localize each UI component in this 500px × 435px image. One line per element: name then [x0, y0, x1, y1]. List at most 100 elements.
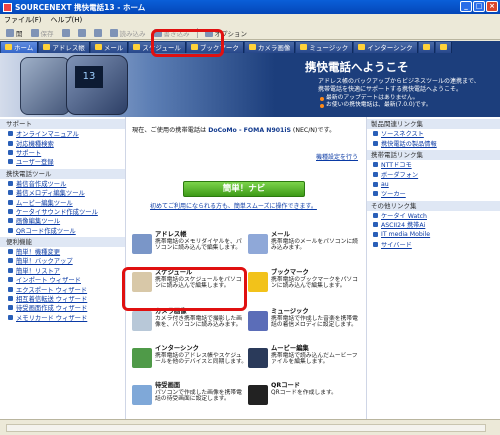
link-ascii24[interactable]: ASCII24 携帯Ai [367, 220, 500, 230]
link-product-info[interactable]: 携快電話の製品情報 [367, 139, 500, 149]
tab-camera-images[interactable]: カメラ画像 [244, 41, 296, 53]
function-bookmark[interactable]: ブックマーク 携帯電話のブックマークをパソコンに読み込んで編集します。 [248, 269, 363, 311]
link-au[interactable]: au [367, 179, 500, 189]
tab-schedule[interactable]: スケジュール [129, 41, 186, 53]
close-button[interactable]: × [486, 1, 498, 12]
tab-extra-2[interactable] [435, 41, 452, 53]
link-qr-tool[interactable]: QRコード作成ツール [0, 226, 125, 235]
app-icon [3, 2, 12, 12]
menu-help[interactable]: ヘルプ(H) [51, 15, 83, 25]
arrow-icon [373, 212, 378, 218]
function-qr-code[interactable]: QRコード QRコードを作成します。 [248, 382, 363, 424]
tab-mail[interactable]: メール [90, 41, 129, 53]
toolbar-button-5[interactable] [91, 27, 105, 39]
title-bar: SOURCENEXT 携快電話13 - ホーム _ □ × [0, 0, 500, 14]
link-memory-card-wizard[interactable]: メモリカード ウィザード [0, 313, 125, 322]
sync-icon [358, 44, 366, 50]
link-online-manual[interactable]: オンラインマニュアル [0, 129, 125, 138]
tab-home[interactable]: ホーム [1, 41, 39, 53]
arrow-icon [8, 277, 13, 283]
horizontal-scrollbar[interactable] [6, 424, 486, 432]
camera-icon [132, 311, 152, 331]
link-docomo[interactable]: NTTドコモ [367, 160, 500, 170]
link-export-wizard[interactable]: エクスポート ウィザード [0, 284, 125, 294]
options-button[interactable]: オプション [202, 27, 251, 39]
music-note-icon [248, 311, 268, 331]
tool-icon [77, 28, 86, 37]
link-supported-models[interactable]: 対応機種検索 [0, 138, 125, 148]
minimize-button[interactable]: _ [460, 1, 472, 12]
toolbar-button-3[interactable] [59, 27, 73, 39]
function-music[interactable]: ミュージック 携帯電話で作成した音楽を携帯電話の着信メロディに設定します。 [248, 308, 363, 350]
link-tuka[interactable]: ツーカー [367, 189, 500, 199]
function-wallpaper[interactable]: 待受画面 パソコンで作成した画像を携帯電話の待受画面に設定します。 [132, 382, 247, 424]
menu-bar: ファイル(F) ヘルプ(H) [0, 14, 500, 26]
address-book-icon [43, 44, 51, 50]
section-features: 便利機能 [0, 236, 125, 247]
tab-bookmark[interactable]: ブックマーク [186, 41, 244, 53]
link-sourcenext[interactable]: ソースネクスト [367, 129, 500, 139]
link-backup[interactable]: 簡単！バックアップ [0, 256, 125, 265]
link-keitai-watch[interactable]: ケータイ Watch [367, 211, 500, 221]
arrow-icon [373, 232, 378, 238]
easy-navi-button[interactable]: 簡単！ナビ [183, 181, 305, 197]
function-address-book[interactable]: アドレス帳 携帯電話のメモリダイヤルを、パソコンに読み込んで編集します。 [132, 231, 247, 273]
maximize-button[interactable]: □ [473, 1, 485, 12]
arrow-icon [373, 222, 378, 228]
arrow-icon [8, 180, 13, 186]
arrow-icon [373, 172, 378, 178]
tab-extra-1[interactable] [418, 41, 435, 53]
section-product-links: 製品関連リンク集 [367, 119, 500, 129]
tool-icon [93, 28, 102, 37]
arrow-icon [8, 140, 13, 146]
link-cybird[interactable]: サイバード [367, 239, 500, 249]
tool-icon [439, 44, 447, 50]
folder-icon [6, 28, 14, 37]
open-button[interactable]: 開 [3, 27, 26, 39]
tab-address-book[interactable]: アドレス帳 [39, 41, 90, 53]
download-icon [109, 28, 118, 37]
calendar-icon [133, 44, 141, 50]
easy-navi-note[interactable]: 初めてご利用になられる方も、簡単スムーズに操作できます。 [150, 201, 317, 210]
phone-image: 13 [66, 55, 128, 115]
link-wallpaper-wizard[interactable]: 待受画面作成 ウィザード [0, 303, 125, 312]
toolbar-button-4[interactable] [75, 27, 89, 39]
link-import-wizard[interactable]: インポート ウィザード [0, 275, 125, 284]
menu-file[interactable]: ファイル(F) [4, 15, 42, 25]
model-settings-link[interactable]: 機種設定を行う [316, 152, 358, 161]
link-vodafone[interactable]: ボーダフォン [367, 170, 500, 180]
link-user-registration[interactable]: ユーザー登録 [0, 157, 125, 166]
gear-icon [204, 28, 213, 37]
link-movie-tool[interactable]: ムービー編集ツール [0, 197, 125, 207]
link-image-tool[interactable]: 画像編集ツール [0, 216, 125, 225]
function-camera-images[interactable]: カメラ画像 カメラ付き携帯電話で撮影した画像を、パソコンに読み込みます。 [132, 308, 247, 350]
wallpaper-icon [132, 385, 152, 405]
upload-icon [153, 28, 162, 37]
link-restore[interactable]: 簡単！リストア [0, 266, 125, 275]
tab-music[interactable]: ミュージック [296, 41, 354, 53]
arrow-icon [8, 227, 13, 233]
link-model-change[interactable]: 簡単！機種変更 [0, 247, 125, 256]
save-button[interactable]: 保存 [28, 27, 57, 39]
link-itmedia-mobile[interactable]: IT media Mobile [367, 230, 500, 240]
arrow-icon [373, 191, 378, 197]
update-status: 最新のアップデートはありません。 お使いの携快電話は、最新(7.0.0)です。 [320, 95, 432, 109]
function-intersync[interactable]: インターシンク 携帯電話のアドレス帳やスケジュールを他のデバイスと同期します。 [132, 345, 247, 387]
function-mail[interactable]: メール 携帯電話のメールをパソコンに読み込みます。 [248, 231, 363, 273]
write-button[interactable]: 書き込み [151, 27, 193, 39]
link-ringtone-tool[interactable]: 着信音作成ツール [0, 179, 125, 188]
function-movie-edit[interactable]: ムービー編集 携帯電話で読み込んだムービーファイルを編集します。 [248, 345, 363, 387]
link-melody-tool[interactable]: 着信メロディ編集ツール [0, 188, 125, 197]
function-schedule[interactable]: スケジュール 携帯電話のスケジュールをパソコンに読み込んで編集します。 [132, 269, 247, 311]
sync-icon [132, 348, 152, 368]
tool-icon [61, 28, 70, 37]
link-support[interactable]: サポート [0, 148, 125, 157]
link-sound-tool[interactable]: ケータイサウンド作成ツール [0, 207, 125, 216]
read-button[interactable]: 読み込み [107, 27, 149, 39]
arrow-icon [8, 305, 13, 311]
tab-intersync[interactable]: インターシンク [354, 41, 418, 53]
link-transfer-wizard[interactable]: 相互着信転送 ウィザード [0, 294, 125, 303]
arrow-icon [8, 267, 13, 273]
bullet-icon [320, 96, 324, 101]
arrow-icon [8, 149, 13, 155]
